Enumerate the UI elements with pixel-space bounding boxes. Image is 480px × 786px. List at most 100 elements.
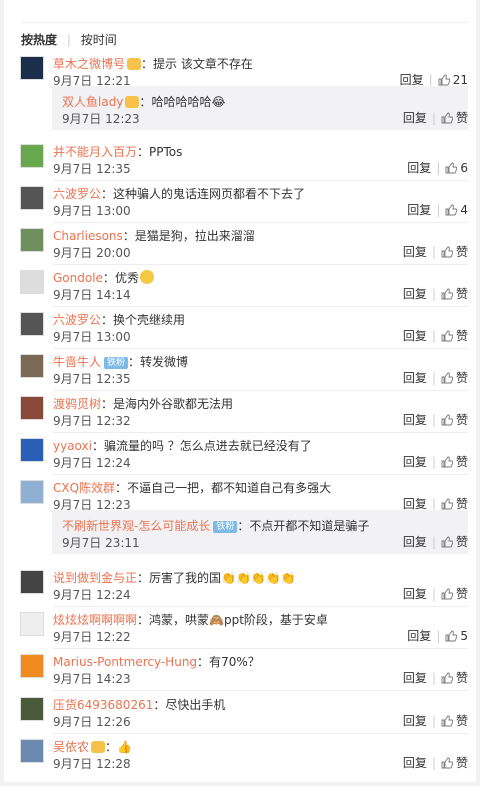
comment-row: 压货6493680261：尽快出手机 9月7日 12:26 回复 | 赞	[20, 697, 470, 733]
action-separator: |	[431, 287, 436, 301]
tab-by-time[interactable]: 按时间	[81, 32, 117, 48]
like-button[interactable]: 赞	[441, 287, 468, 301]
tab-by-hot[interactable]: 按热度	[21, 32, 57, 48]
like-button[interactable]: 赞	[441, 413, 468, 427]
reply-button[interactable]: 回复	[403, 371, 427, 385]
reply-button[interactable]: 回复	[403, 671, 427, 685]
avatar[interactable]	[20, 480, 44, 504]
like-button[interactable]: 赞	[441, 535, 468, 549]
like-count: 赞	[455, 329, 468, 343]
reply-button[interactable]: 回复	[403, 714, 427, 728]
comment-actions: 回复 | 5	[407, 628, 468, 644]
avatar[interactable]	[20, 612, 44, 636]
comment-line: 不刷新世界观-怎么可能成长 铁粉 ：不点开都不知道是骗子	[62, 518, 369, 534]
avatar[interactable]	[20, 354, 44, 378]
username-link[interactable]: Gondole	[53, 271, 103, 285]
top-divider	[21, 22, 468, 23]
avatar[interactable]	[20, 228, 44, 252]
comment-line: 牛啬牛人 铁粉 ：转发微博	[53, 354, 188, 370]
reply-button[interactable]: 回复	[407, 629, 431, 643]
username-link[interactable]: 双人鱼lady	[62, 95, 123, 109]
like-button[interactable]: 赞	[441, 497, 468, 511]
like-button[interactable]: 赞	[441, 671, 468, 685]
comment-line: CXQ陈效群：不逼自己一把，都不知道自己有多强大	[53, 480, 331, 496]
username-link[interactable]: CXQ陈效群	[53, 481, 115, 495]
avatar[interactable]	[20, 186, 44, 210]
like-button[interactable]: 赞	[441, 329, 468, 343]
thumb-up-icon	[441, 757, 454, 769]
username-link[interactable]: 不刷新世界观-怎么可能成长	[62, 519, 210, 533]
username-link[interactable]: 炫炫炫啊啊啊啊	[53, 613, 137, 627]
like-button[interactable]: 赞	[441, 371, 468, 385]
comment-line: yyaoxi：骗流量的吗 ？怎么点进去就已经没有了	[53, 438, 312, 454]
reply-button[interactable]: 回复	[403, 245, 427, 259]
reply-button[interactable]: 回复	[400, 73, 424, 87]
like-button[interactable]: 赞	[441, 587, 468, 601]
colon-separator: ：	[137, 613, 150, 627]
avatar[interactable]	[20, 438, 44, 462]
username-link[interactable]: 压货6493680261	[53, 698, 153, 712]
action-separator: |	[431, 587, 436, 601]
username-link[interactable]: Marius-Pontmercy-Hung	[53, 655, 197, 669]
reply-button[interactable]: 回复	[403, 756, 427, 770]
like-button[interactable]: 21	[438, 73, 468, 87]
username-link[interactable]: yyaoxi	[53, 439, 92, 453]
reply-button[interactable]: 回复	[403, 497, 427, 511]
like-button[interactable]: 赞	[441, 756, 468, 770]
like-button[interactable]: 赞	[441, 714, 468, 728]
reply-button[interactable]: 回复	[403, 329, 427, 343]
username-link[interactable]: Charliesons	[53, 229, 123, 243]
avatar[interactable]	[20, 56, 44, 80]
row-divider	[53, 306, 468, 307]
comment-time: 9月7日 12:24	[53, 588, 131, 602]
like-button[interactable]: 赞	[441, 111, 468, 125]
reply-button[interactable]: 回复	[407, 203, 431, 217]
comment-row: 炫炫炫啊啊啊啊：鸿蒙，哄蒙🙈ppt阶段，基于安卓 9月7日 12:22 回复 | 5	[20, 612, 470, 648]
like-button[interactable]: 6	[445, 161, 468, 175]
avatar[interactable]	[20, 144, 44, 168]
colon-separator: ：	[197, 655, 210, 669]
like-button[interactable]: 赞	[441, 245, 468, 259]
avatar[interactable]	[20, 739, 44, 763]
username-link[interactable]: 说到做到金与正	[53, 571, 137, 585]
avatar[interactable]	[20, 654, 44, 678]
thumb-up-icon	[441, 112, 454, 124]
action-separator: |	[431, 535, 436, 549]
reply-button[interactable]: 回复	[407, 161, 431, 175]
like-button[interactable]: 4	[445, 203, 468, 217]
thumb-up-icon	[441, 288, 454, 300]
colon-separator: ：	[91, 439, 104, 453]
avatar[interactable]	[20, 396, 44, 420]
like-button[interactable]: 5	[445, 629, 468, 643]
username-link[interactable]: 渡鸦觅树	[53, 397, 101, 411]
colon-separator: ：	[105, 740, 118, 754]
like-count: 赞	[455, 497, 468, 511]
like-button[interactable]: 赞	[441, 455, 468, 469]
reply-button[interactable]: 回复	[403, 455, 427, 469]
comment-line: Gondole：优秀	[53, 270, 154, 286]
comment-actions: 回复 | 赞	[403, 454, 468, 470]
username-link[interactable]: 牛啬牛人	[53, 355, 101, 369]
reply-button[interactable]: 回复	[403, 111, 427, 125]
reply-button[interactable]: 回复	[403, 287, 427, 301]
reply-button[interactable]: 回复	[403, 587, 427, 601]
thumb-up-icon	[445, 162, 458, 174]
avatar[interactable]	[20, 697, 44, 721]
username-link[interactable]: 六波罗公	[53, 187, 101, 201]
avatar[interactable]	[20, 270, 44, 294]
colon-separator: ：	[237, 519, 250, 533]
comment-row: Charliesons：是猫是狗，拉出来溜溜 9月7日 20:00 回复 | 赞	[20, 228, 470, 264]
action-separator: |	[431, 671, 436, 685]
username-link[interactable]: 并不能月入百万	[53, 145, 137, 159]
avatar[interactable]	[20, 570, 44, 594]
sub-comment-row: 双人鱼lady ：哈哈哈哈哈😂 9月7日 12:23 回复 | 赞	[20, 94, 470, 130]
avatar[interactable]	[20, 312, 44, 336]
like-count: 21	[452, 73, 468, 87]
reply-button[interactable]: 回复	[403, 535, 427, 549]
username-link[interactable]: 草木之微博号	[53, 57, 125, 71]
username-link[interactable]: 六波罗公	[53, 313, 101, 327]
username-link[interactable]: 吴依农	[53, 740, 89, 754]
reply-button[interactable]: 回复	[403, 413, 427, 427]
colon-separator: ：	[122, 229, 135, 243]
thumb-up-icon	[441, 246, 454, 258]
